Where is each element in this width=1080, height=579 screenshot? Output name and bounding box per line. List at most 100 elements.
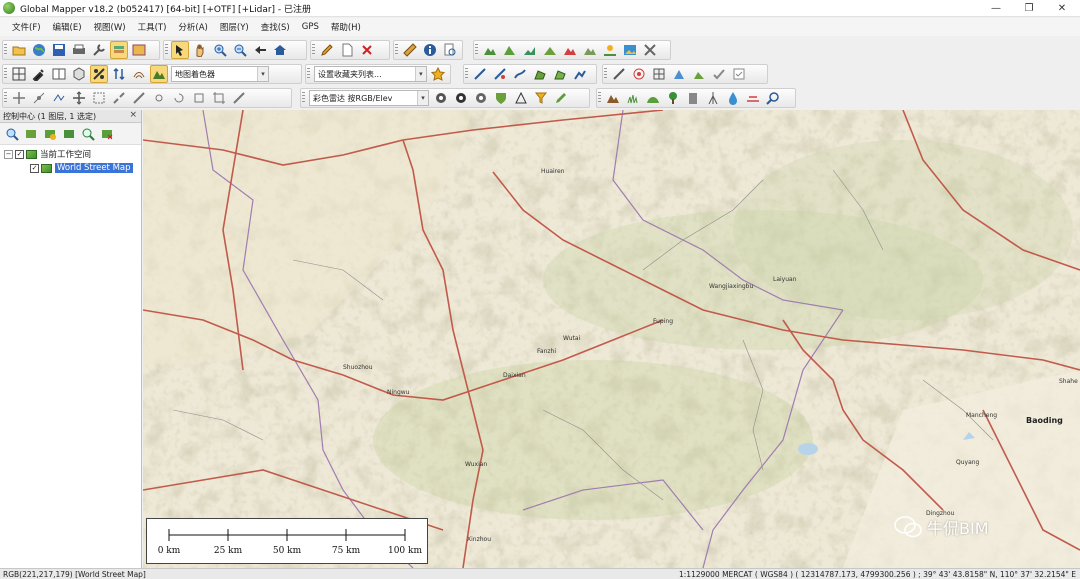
- open-folder-icon[interactable]: [10, 41, 28, 59]
- layer-add-icon[interactable]: [22, 125, 39, 142]
- overview-map-icon[interactable]: [130, 41, 148, 59]
- grid-icon[interactable]: [10, 65, 28, 83]
- save-icon[interactable]: [50, 41, 68, 59]
- terrain-4-icon[interactable]: [541, 41, 559, 59]
- ruler-icon[interactable]: [401, 41, 419, 59]
- layer-info-icon[interactable]: [60, 125, 77, 142]
- color-mode-combo[interactable]: 彩色雷达 按RGB/Elev ▾: [309, 90, 429, 106]
- tools-cross-icon[interactable]: [641, 41, 659, 59]
- menu-view[interactable]: 视图(W): [88, 21, 132, 33]
- split-view-icon[interactable]: [50, 65, 68, 83]
- select-tool-icon[interactable]: [171, 41, 189, 59]
- layer-options-icon[interactable]: [41, 125, 58, 142]
- eyedropper-icon[interactable]: [30, 65, 48, 83]
- terrain-color-icon[interactable]: [561, 41, 579, 59]
- gear-1-icon[interactable]: [432, 89, 450, 107]
- layer-search-icon[interactable]: [79, 125, 96, 142]
- filter-icon[interactable]: [532, 89, 550, 107]
- gear-2-icon[interactable]: [452, 89, 470, 107]
- layer-remove-icon[interactable]: [98, 125, 115, 142]
- target-icon[interactable]: [630, 65, 648, 83]
- print-icon[interactable]: [70, 41, 88, 59]
- move-feature-icon[interactable]: [70, 89, 88, 107]
- elevation-sort-icon[interactable]: [110, 65, 128, 83]
- tower-icon[interactable]: [704, 89, 722, 107]
- favorites-combo[interactable]: 设置收藏夹列表... ▾: [314, 66, 427, 82]
- rotate-icon[interactable]: [170, 89, 188, 107]
- layer-zoom-icon[interactable]: [3, 125, 20, 142]
- area-edit-icon[interactable]: [551, 65, 569, 83]
- menu-gps[interactable]: GPS: [296, 22, 325, 32]
- pan-hand-icon[interactable]: [191, 41, 209, 59]
- scale-feature-icon[interactable]: [90, 89, 108, 107]
- delete-x-icon[interactable]: [358, 41, 376, 59]
- terrain-1-icon[interactable]: [481, 41, 499, 59]
- document-icon[interactable]: [338, 41, 356, 59]
- lidar-edit-icon[interactable]: [552, 89, 570, 107]
- menu-file[interactable]: 文件(F): [6, 21, 47, 33]
- 3d-cube-icon[interactable]: [70, 65, 88, 83]
- layers-icon[interactable]: [110, 41, 128, 59]
- globe-icon[interactable]: [30, 41, 48, 59]
- volume-icon[interactable]: [690, 65, 708, 83]
- water-drop-icon[interactable]: [724, 89, 742, 107]
- zoom-in-icon[interactable]: [211, 41, 229, 59]
- map-view[interactable]: Huairen Wangjiaxingbu Laiyuan Shuozhou N…: [143, 110, 1080, 568]
- grass-icon[interactable]: [624, 89, 642, 107]
- terrain-2-icon[interactable]: [501, 41, 519, 59]
- restore-button[interactable]: ❐: [1011, 0, 1047, 17]
- gear-3-icon[interactable]: [472, 89, 490, 107]
- line-draw-icon[interactable]: [511, 65, 529, 83]
- path-profile-icon[interactable]: [571, 65, 589, 83]
- crop-icon[interactable]: [210, 89, 228, 107]
- contour-icon[interactable]: [130, 65, 148, 83]
- grid-analysis-icon[interactable]: [650, 65, 668, 83]
- menu-search[interactable]: 查找(S): [255, 21, 296, 33]
- percent-tool-icon[interactable]: [90, 65, 108, 83]
- mountain-icon[interactable]: [604, 89, 622, 107]
- collapse-icon[interactable]: −: [4, 149, 13, 159]
- zoom-out-icon[interactable]: [231, 41, 249, 59]
- building-icon[interactable]: [684, 89, 702, 107]
- layer-checkbox[interactable]: ✓: [30, 163, 39, 173]
- shader-combo[interactable]: 地图着色器 ▾: [171, 66, 269, 82]
- checkmark-icon[interactable]: [710, 65, 728, 83]
- menu-edit[interactable]: 编辑(E): [47, 21, 88, 33]
- snap-icon[interactable]: [150, 89, 168, 107]
- hill-icon[interactable]: [644, 89, 662, 107]
- line-tool-icon[interactable]: [471, 65, 489, 83]
- area-create-icon[interactable]: [531, 65, 549, 83]
- edit-check-icon[interactable]: [730, 65, 748, 83]
- join-line-icon[interactable]: [130, 89, 148, 107]
- analysis-line-icon[interactable]: [610, 65, 628, 83]
- pencil-icon[interactable]: [318, 41, 336, 59]
- panel-close-icon[interactable]: ×: [129, 110, 137, 120]
- layer-node[interactable]: ✓ World Street Map: [0, 161, 141, 175]
- line-edit-icon[interactable]: [491, 65, 509, 83]
- reshape-icon[interactable]: [50, 89, 68, 107]
- workspace-checkbox[interactable]: ✓: [15, 149, 24, 159]
- tree-icon[interactable]: [664, 89, 682, 107]
- insert-vertex-icon[interactable]: [30, 89, 48, 107]
- clip-icon[interactable]: [190, 89, 208, 107]
- shield-icon[interactable]: [492, 89, 510, 107]
- watershed-icon[interactable]: [670, 65, 688, 83]
- search-doc-icon[interactable]: [441, 41, 459, 59]
- magnifier-icon[interactable]: [764, 89, 782, 107]
- workspace-node[interactable]: − ✓ 当前工作空间: [0, 147, 141, 161]
- menu-tools[interactable]: 工具(T): [132, 21, 173, 33]
- measure-line-icon[interactable]: [230, 89, 248, 107]
- star-icon[interactable]: [430, 65, 447, 83]
- terrain-shade-icon[interactable]: [581, 41, 599, 59]
- close-button[interactable]: ✕: [1044, 0, 1080, 17]
- info-icon[interactable]: [421, 41, 439, 59]
- split-line-icon[interactable]: [110, 89, 128, 107]
- image-icon[interactable]: [621, 41, 639, 59]
- shader-mountain-icon[interactable]: [150, 65, 168, 83]
- menu-analysis[interactable]: 分析(A): [172, 21, 213, 33]
- wrench-icon[interactable]: [90, 41, 108, 59]
- move-vertex-icon[interactable]: [10, 89, 28, 107]
- triangle-icon[interactable]: [512, 89, 530, 107]
- sun-terrain-icon[interactable]: [601, 41, 619, 59]
- home-icon[interactable]: [271, 41, 289, 59]
